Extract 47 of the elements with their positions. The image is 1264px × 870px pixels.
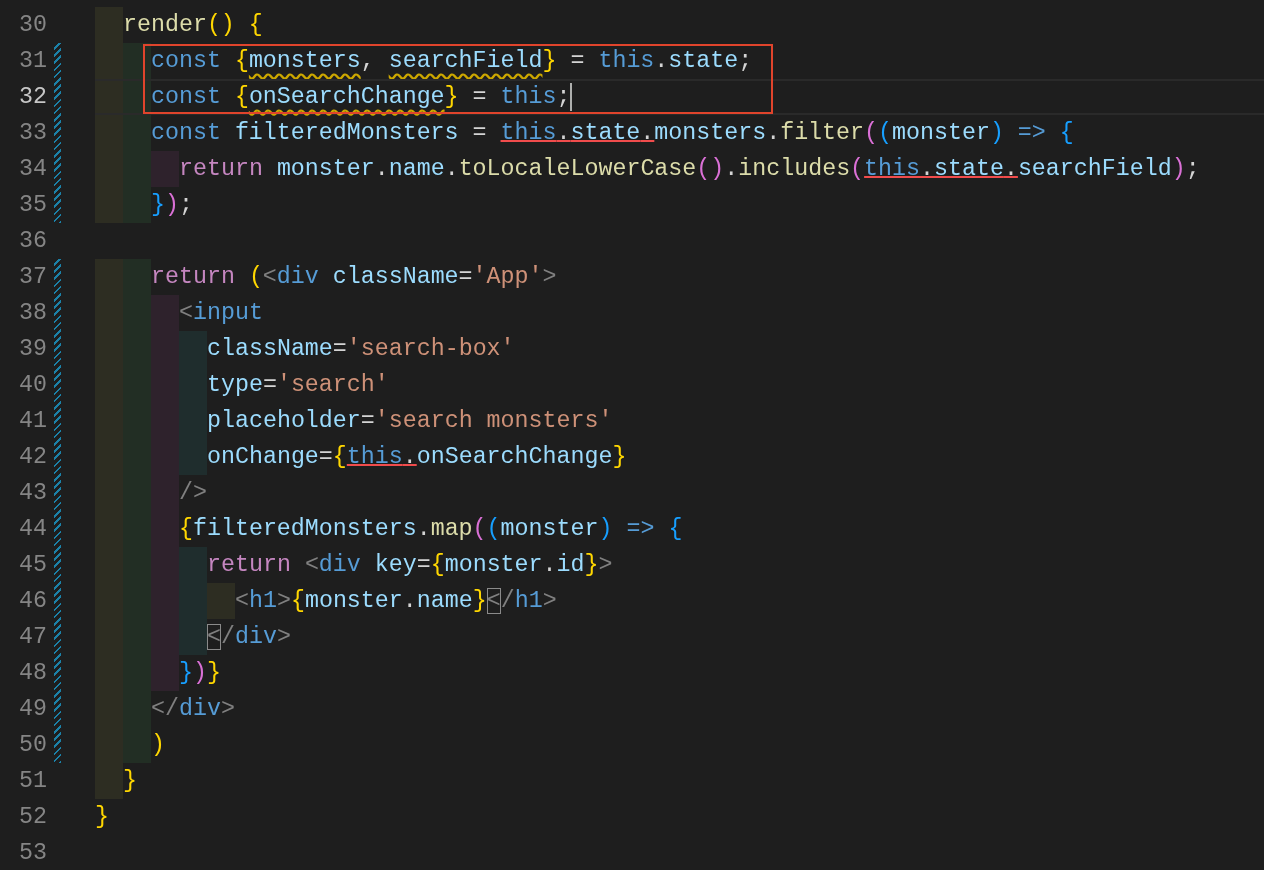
code-line: } [95, 803, 109, 832]
line-number: 33 [19, 119, 47, 148]
line-number: 50 [19, 731, 47, 760]
code-line: const {onSearchChange} = this; [151, 83, 571, 112]
code-line: <input [179, 299, 263, 328]
line-number: 52 [19, 803, 47, 832]
code-line: return (<div className='App'> [151, 263, 557, 292]
code-line: onChange={this.onSearchChange} [207, 443, 627, 472]
line-number: 45 [19, 551, 47, 580]
code-line: return <div key={monster.id}> [207, 551, 613, 580]
code-line: const {monsters, searchField} = this.state; [151, 47, 753, 76]
line-number: 32 [19, 83, 47, 112]
line-number: 36 [19, 227, 47, 256]
line-number: 44 [19, 515, 47, 544]
line-number: 37 [19, 263, 47, 292]
code-line: } [123, 767, 137, 796]
line-number: 41 [19, 407, 47, 436]
code-line: </div> [207, 623, 291, 652]
line-number: 39 [19, 335, 47, 364]
line-number: 48 [19, 659, 47, 688]
line-number: 51 [19, 767, 47, 796]
code-line: className='search-box' [207, 335, 515, 364]
line-number: 47 [19, 623, 47, 652]
line-number: 40 [19, 371, 47, 400]
line-number: 34 [19, 155, 47, 184]
line-number: 49 [19, 695, 47, 724]
code-line: ) [151, 731, 165, 760]
code-line: })} [179, 659, 221, 688]
code-line: type='search' [207, 371, 389, 400]
line-number: 53 [19, 839, 47, 868]
line-number: 30 [19, 11, 47, 40]
line-number: 35 [19, 191, 47, 220]
code-line: placeholder='search monsters' [207, 407, 613, 436]
code-line: const filteredMonsters = this.state.monsters.filter((monster) => { [151, 119, 1074, 148]
line-number: 46 [19, 587, 47, 616]
code-line: /> [179, 479, 207, 508]
code-line: return monster.name.toLocaleLowerCase().includes(this.state.searchField); [179, 155, 1200, 184]
line-number: 43 [19, 479, 47, 508]
code-line: }); [151, 191, 193, 220]
code-line: render() { [123, 11, 263, 40]
code-line: {filteredMonsters.map((monster) => { [179, 515, 683, 544]
code-line: <h1>{monster.name}</h1> [235, 587, 557, 616]
code-line: </div> [151, 695, 235, 724]
line-number: 38 [19, 299, 47, 328]
indent-guide [179, 619, 207, 655]
line-number: 42 [19, 443, 47, 472]
line-number: 31 [19, 47, 47, 76]
